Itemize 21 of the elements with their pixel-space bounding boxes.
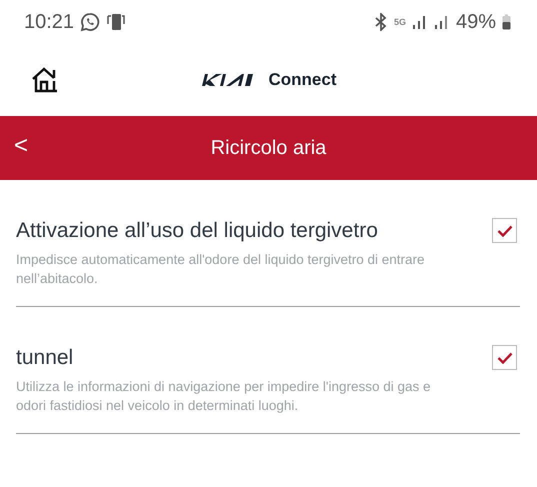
brand-name: Connect: [268, 70, 336, 90]
check-icon: [496, 352, 512, 364]
setting-description: Impedisce automaticamente all'odore del liquido tergivetro di entrare nell’abitacolo.: [16, 251, 426, 288]
battery-icon: [502, 14, 511, 30]
chat-icon: [80, 12, 100, 32]
battery-level: 49%: [456, 10, 496, 34]
setting-title: Attivazione all’uso del liquido tergivetro: [16, 218, 379, 244]
check-icon: [496, 224, 512, 236]
bluetooth-icon: [374, 13, 388, 31]
home-icon[interactable]: [30, 65, 60, 95]
signal-icon: [412, 14, 428, 30]
setting-title: tunnel: [16, 345, 74, 371]
page-title: Ricircolo aria: [210, 136, 326, 160]
setting-description: Utilizza le informazioni di navigazione per impedire l'ingresso di gas e odori fastidiosi nel veicolo in determinati luoghi.: [16, 378, 432, 415]
setting-checkbox[interactable]: [492, 218, 517, 243]
phone-icon: [106, 12, 126, 32]
setting-checkbox[interactable]: [492, 345, 517, 370]
signal-icon: [434, 14, 450, 30]
network-label: 5G: [394, 18, 406, 26]
back-button[interactable]: <: [8, 130, 34, 162]
status-time: 10:21: [24, 10, 74, 34]
